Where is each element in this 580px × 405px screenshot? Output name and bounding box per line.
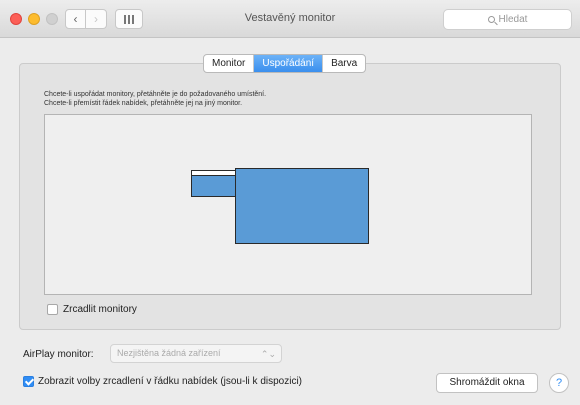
arrangement-area xyxy=(44,114,532,295)
show-mirroring-options[interactable]: Zobrazit volby zrcadlení v řádku nabídek… xyxy=(23,376,302,387)
secondary-monitor[interactable] xyxy=(191,170,236,197)
arrangement-hint: Chcete-li uspořádat monitory, přetáhněte… xyxy=(44,91,267,98)
search-placeholder: Hledat xyxy=(498,14,528,25)
title-bar: ‹ › Vestavěný monitor Hledat xyxy=(0,0,580,38)
updown-arrows-icon: ⌃⌄ xyxy=(260,349,276,359)
help-button[interactable]: ? xyxy=(549,373,569,393)
show-mirroring-label: Zobrazit volby zrcadlení v řádku nabídek… xyxy=(38,376,302,387)
airplay-select[interactable]: Nezjištěna žádná zařízení ⌃⌄ xyxy=(110,344,282,363)
mirror-monitors-checkbox[interactable] xyxy=(47,304,58,315)
tab-color[interactable]: Barva xyxy=(323,55,365,72)
search-icon xyxy=(487,16,495,23)
tab-bar: Monitor Uspořádání Barva xyxy=(203,54,367,73)
primary-monitor[interactable] xyxy=(235,168,369,244)
airplay-label: AirPlay monitor: xyxy=(23,349,94,360)
gather-windows-button[interactable]: Shromáždit okna xyxy=(436,373,538,393)
menu-bar-handle[interactable] xyxy=(192,171,235,176)
show-mirroring-checkbox[interactable] xyxy=(23,376,34,387)
airplay-selected-value: Nezjištěna žádná zařízení xyxy=(117,348,221,358)
menu-bar-hint: Chcete-li přemístit řádek nabídek, přetá… xyxy=(44,100,243,107)
search-field[interactable]: Hledat xyxy=(443,9,572,30)
tab-monitor[interactable]: Monitor xyxy=(204,55,255,72)
mirror-monitors-label: Zrcadlit monitory xyxy=(63,304,137,315)
mirror-monitors-option[interactable]: Zrcadlit monitory xyxy=(47,304,137,315)
tab-arrangement[interactable]: Uspořádání xyxy=(254,55,324,72)
